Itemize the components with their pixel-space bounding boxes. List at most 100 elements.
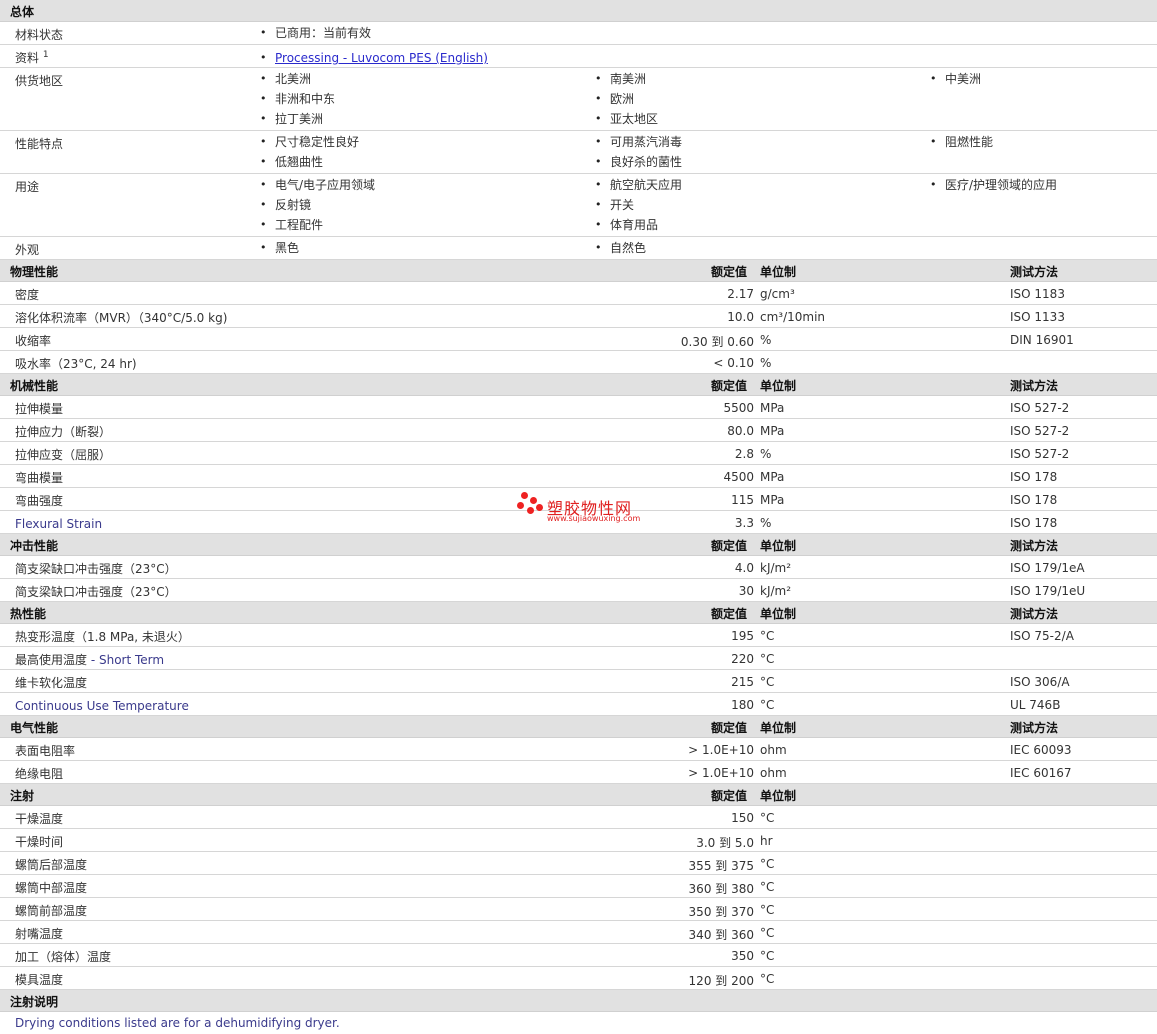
cell-tm: ISO 178 bbox=[1010, 493, 1058, 507]
cell-lbl: 拉伸模量 bbox=[15, 402, 64, 416]
cell-tm: DIN 16901 bbox=[1010, 333, 1074, 347]
processing-doc-link[interactable]: Processing - Luvocom PES (English) bbox=[275, 51, 488, 65]
cell-lbl: Flexural Strain bbox=[15, 517, 103, 531]
cell-unit: MPa bbox=[760, 470, 785, 484]
row-features: 性能特点 尺寸稳定性良好 低翘曲性 可用蒸汽消毒 良好杀的菌性 阻燃性能 bbox=[0, 131, 1157, 174]
table-row: 简支梁缺口冲击强度（23°C） 4.0 kJ/m² ISO 179/1eA bbox=[0, 556, 1157, 579]
section-injection: 注射 额定值 单位制 bbox=[0, 784, 1157, 806]
list-item: 医疗/护理领域的应用 bbox=[945, 178, 1057, 198]
cell-cell: 热性能 bbox=[10, 607, 47, 621]
cell-val: 2.8 bbox=[734, 447, 754, 461]
cell-val: 2.17 bbox=[727, 287, 754, 301]
cell-val: 80.0 bbox=[727, 424, 754, 438]
cell-val: 350 到 370 bbox=[688, 905, 754, 919]
cell-val: 3.0 到 5.0 bbox=[696, 836, 754, 850]
cell-tm: ISO 1183 bbox=[1010, 287, 1065, 301]
cell-cell: 测试方法 bbox=[1010, 721, 1059, 735]
table-row: Continuous Use Temperature 180 °C UL 746B bbox=[0, 693, 1157, 716]
cell-unit: °C bbox=[760, 652, 775, 666]
section-notes: 注射说明 bbox=[0, 990, 1157, 1012]
cell-lbl: 拉伸应力（断裂） bbox=[15, 425, 112, 439]
section-thermal: 热性能 额定值 单位制 测试方法 bbox=[0, 602, 1157, 624]
cell-val: 0.30 到 0.60 bbox=[680, 335, 754, 349]
cell-lbl: 模具温度 bbox=[15, 973, 64, 987]
list-item: 反射镜 bbox=[275, 198, 375, 218]
section-mechanical: 机械性能 额定值 单位制 测试方法 bbox=[0, 374, 1157, 396]
cell-unit: % bbox=[760, 447, 772, 461]
table-row: 拉伸模量 5500 MPa ISO 527-2 bbox=[0, 396, 1157, 419]
table-row: 螺筒中部温度 360 到 380 °C bbox=[0, 875, 1157, 898]
cell-cell: 单位制 bbox=[760, 607, 797, 621]
list-item: 开关 bbox=[610, 198, 682, 218]
list-item: 阻燃性能 bbox=[945, 135, 993, 155]
cell-tm: ISO 179/1eA bbox=[1010, 561, 1085, 575]
cell-cell: 总体 bbox=[10, 5, 35, 19]
cell-cell: 测试方法 bbox=[1010, 539, 1059, 553]
section-impact: 冲击性能 额定值 单位制 测试方法 bbox=[0, 534, 1157, 556]
cell-unit: °C bbox=[760, 903, 775, 917]
cell-lbl: 最高使用温度 - Short Term bbox=[15, 653, 165, 667]
cell-unit: °C bbox=[760, 857, 775, 871]
cell-lbl: 简支梁缺口冲击强度（23°C） bbox=[15, 562, 177, 576]
cell-cell: 电气性能 bbox=[10, 721, 59, 735]
watermark-url: www.sujiaowuxing.com bbox=[547, 514, 641, 523]
cell-lbl: 外观 bbox=[15, 243, 40, 257]
cell-unit: °C bbox=[760, 698, 775, 712]
row-supply: 供货地区 北美洲 非洲和中东 拉丁美洲 南美洲 欧洲 亚太地区 中美洲 bbox=[0, 68, 1157, 131]
cell-unit: °C bbox=[760, 926, 775, 940]
cell-unit: MPa bbox=[760, 424, 785, 438]
cell-cell: 单位制 bbox=[760, 721, 797, 735]
section-general: 总体 bbox=[0, 0, 1157, 22]
cell-val: 4500 bbox=[723, 470, 754, 484]
cell-unit: °C bbox=[760, 880, 775, 894]
cell-lbl: 弯曲模量 bbox=[15, 471, 64, 485]
table-row: 绝缘电阻 > 1.0E+10 ohm IEC 60167 bbox=[0, 761, 1157, 784]
cell-unit: °C bbox=[760, 972, 775, 986]
list-item: 欧洲 bbox=[610, 92, 658, 112]
cell-lbl: 密度 bbox=[15, 288, 40, 302]
cell-cell: 额定值 bbox=[711, 721, 748, 735]
cell-cell: 额定值 bbox=[711, 265, 748, 279]
cell-lbl: Continuous Use Temperature bbox=[15, 699, 189, 713]
table-row: 加工（熔体）温度 350 °C bbox=[0, 944, 1157, 967]
cell-lbl: 拉伸应变（屈服） bbox=[15, 448, 112, 462]
cell-cell: 测试方法 bbox=[1010, 607, 1059, 621]
list-item: 拉丁美洲 bbox=[275, 112, 335, 132]
cell-unit: % bbox=[760, 333, 772, 347]
cell-lbl: 干燥时间 bbox=[15, 835, 64, 849]
cell-tm: ISO 527-2 bbox=[1010, 424, 1070, 438]
row-uses: 用途 电气/电子应用领域 反射镜 工程配件 航空航天应用 开关 体育用品 医疗/… bbox=[0, 174, 1157, 237]
cell-val: 30 bbox=[738, 584, 754, 598]
cell-cell: 单位制 bbox=[760, 265, 797, 279]
cell-val: 215 bbox=[731, 675, 754, 689]
cell-lbl: 材料状态 bbox=[15, 28, 64, 42]
table-row: 模具温度 120 到 200 °C bbox=[0, 967, 1157, 990]
cell-unit: °C bbox=[760, 629, 775, 643]
cell-lbl: 性能特点 bbox=[15, 137, 64, 151]
cell-val: < 0.10 bbox=[713, 356, 754, 370]
cell-cell: 额定值 bbox=[711, 607, 748, 621]
cell-unit: g/cm³ bbox=[760, 287, 795, 301]
cell-cell: 测试方法 bbox=[1010, 379, 1059, 393]
list-item: 中美洲 bbox=[945, 72, 981, 92]
cell-val: 220 bbox=[731, 652, 754, 666]
cell-tm: ISO 527-2 bbox=[1010, 401, 1070, 415]
cell-unit: °C bbox=[760, 811, 775, 825]
cell-lbl: 简支梁缺口冲击强度（23°C） bbox=[15, 585, 177, 599]
cell-unit: MPa bbox=[760, 493, 785, 507]
cell-val: > 1.0E+10 bbox=[688, 743, 754, 757]
table-row: 拉伸应力（断裂） 80.0 MPa ISO 527-2 bbox=[0, 419, 1157, 442]
cell-val: 180 bbox=[731, 698, 754, 712]
cell-cell: 单位制 bbox=[760, 789, 797, 803]
table-row: 最高使用温度 - Short Term 220 °C bbox=[0, 647, 1157, 670]
list-item: 可用蒸汽消毒 bbox=[610, 135, 682, 155]
cell-cell: 物理性能 bbox=[10, 265, 59, 279]
table-row: 简支梁缺口冲击强度（23°C） 30 kJ/m² ISO 179/1eU bbox=[0, 579, 1157, 602]
row-status: 材料状态 已商用：当前有效 bbox=[0, 22, 1157, 45]
cell-val: 10.0 bbox=[727, 310, 754, 324]
list-item: 尺寸稳定性良好 bbox=[275, 135, 359, 155]
cell-lbl: 表面电阻率 bbox=[15, 744, 76, 758]
cell-val: 350 bbox=[731, 949, 754, 963]
table-row: 螺筒后部温度 355 到 375 °C bbox=[0, 852, 1157, 875]
cell-tm: ISO 527-2 bbox=[1010, 447, 1070, 461]
